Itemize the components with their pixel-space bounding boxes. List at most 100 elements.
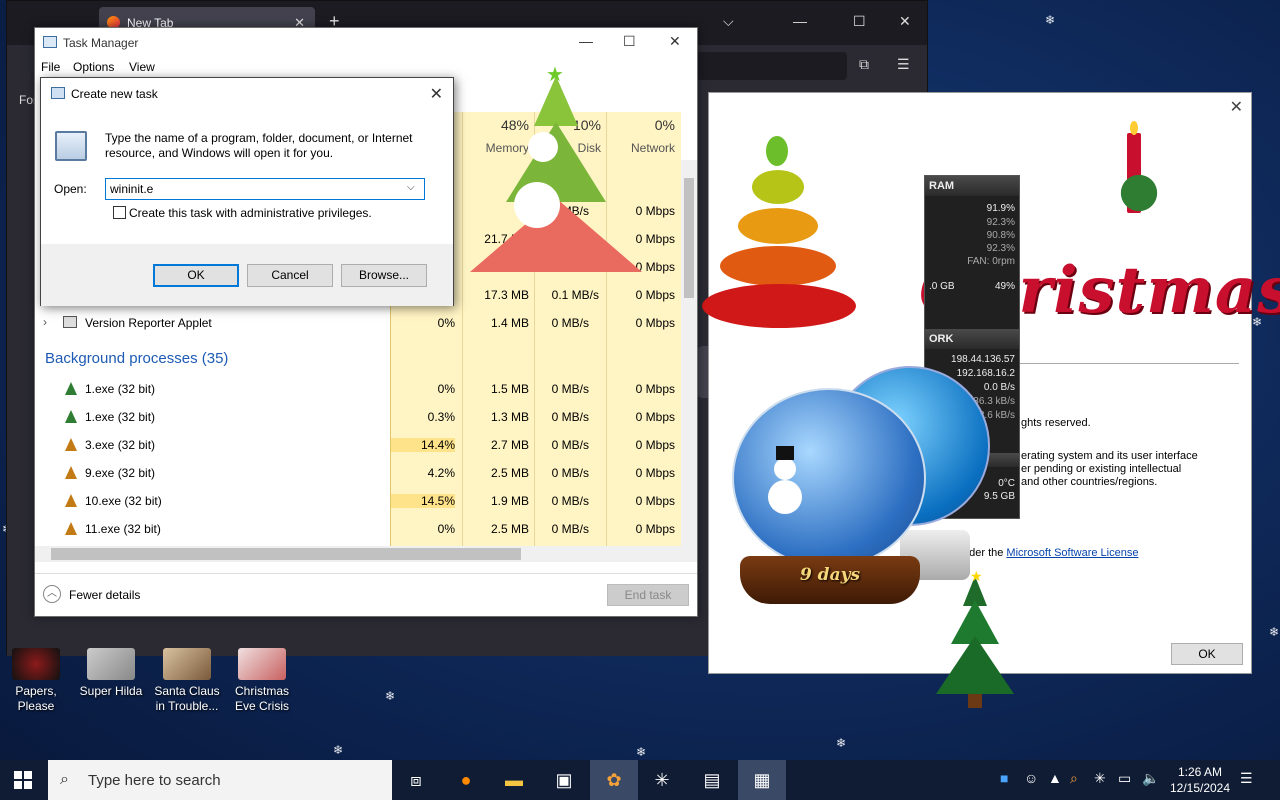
table-row[interactable]: › Version Reporter Applet 0% 1.4 MB 0 MB… (35, 309, 687, 337)
temp-value: 0°C (998, 478, 1015, 489)
task-view-icon[interactable]: ⧈ (392, 760, 440, 800)
network-cell: 0 Mbps (635, 382, 675, 396)
sparkle-tray-icon[interactable]: ✳ (1094, 770, 1106, 787)
snowflake: ❄ (836, 736, 847, 750)
process-name: 11.exe (32 bit) (85, 522, 161, 536)
table-row[interactable]: 11.exe (32 bit) 0% 2.5 MB 0 MB/s 0 Mbps (35, 515, 687, 543)
desktop-icon-super-hilda[interactable]: Super Hilda (75, 648, 147, 699)
table-row[interactable]: 9.exe (32 bit) 4.2% 2.5 MB 0 MB/s 0 Mbps (35, 459, 687, 487)
admin-privileges-label[interactable]: Create this task with administrative pri… (129, 206, 372, 220)
vertical-scroll-thumb[interactable] (684, 178, 694, 298)
table-row[interactable]: 1.exe (32 bit) 0.3% 1.3 MB 0 MB/s 0 Mbps (35, 403, 687, 431)
snowflake: ❄ (385, 689, 396, 703)
game-icon (238, 648, 286, 680)
divider (1009, 363, 1239, 364)
desktop-icon-papers-please[interactable]: Papers, Please (0, 648, 72, 714)
close-icon[interactable]: ✕ (430, 84, 443, 104)
snowman-hat (776, 446, 794, 460)
active-app-icon[interactable]: ✿ (590, 760, 638, 800)
candy-tree-decoration: ★ (470, 62, 642, 276)
windows-start-icon[interactable] (14, 771, 32, 789)
task-manager-taskbar-icon[interactable]: ▦ (738, 760, 786, 800)
horizontal-scroll-thumb[interactable] (51, 548, 521, 560)
sparkle-app-icon[interactable]: ✳ (638, 760, 686, 800)
background-processes-heading: Background processes (35) (45, 350, 229, 367)
taskbar-clock[interactable]: 1:26 AM 12/15/2024 (1168, 764, 1232, 796)
network-icon[interactable]: ▭ (1118, 770, 1131, 787)
chevron-down-icon[interactable]: ⌵ (407, 182, 415, 193)
window-title: Task Manager (63, 36, 139, 50)
menu-file[interactable]: File (41, 60, 60, 74)
snowman-head (774, 458, 796, 480)
tray-icon[interactable]: ■ (1000, 770, 1008, 786)
table-row[interactable]: 3.exe (32 bit) 14.4% 2.7 MB 0 MB/s 0 Mbp… (35, 431, 687, 459)
process-name: 9.exe (32 bit) (85, 466, 156, 480)
minimize-icon[interactable]: — (793, 13, 807, 29)
address-bar[interactable] (697, 52, 847, 80)
list-tabs-icon[interactable]: ⌵ (723, 13, 734, 30)
cpu-cell: 14.5% (391, 494, 455, 508)
ram-percent: 49% (994, 281, 1015, 292)
table-row[interactable]: 1.exe (32 bit) 0% 1.5 MB 0 MB/s 0 Mbps (35, 375, 687, 403)
minimize-icon[interactable]: — (579, 33, 593, 49)
cpu-cell: 0.3% (427, 410, 455, 424)
end-task-button[interactable]: End task (607, 584, 689, 606)
cancel-button[interactable]: Cancel (247, 264, 333, 287)
open-label: Open: (54, 182, 87, 196)
admin-privileges-checkbox[interactable] (113, 206, 126, 219)
process-name: 10.exe (32 bit) (85, 494, 162, 508)
memory-cell: 17.3 MB (484, 288, 529, 302)
notification-icon[interactable]: ☰ (1240, 770, 1253, 787)
app-icon[interactable]: ▤ (688, 760, 736, 800)
process-name: 1.exe (32 bit) (85, 410, 156, 424)
app-icon[interactable]: ▣ (540, 760, 588, 800)
close-icon[interactable]: ✕ (899, 13, 911, 30)
firefox-icon[interactable]: ● (442, 760, 490, 800)
desktop-icon-label: Christmas Eve Crisis (234, 684, 289, 713)
extensions-icon[interactable]: ⧉ (859, 56, 869, 73)
maximize-icon[interactable]: ☐ (623, 33, 636, 50)
about-ok-button[interactable]: OK (1171, 643, 1243, 665)
people-icon[interactable]: ☺ (1024, 770, 1038, 786)
cpu-cell: 4.2% (427, 466, 455, 480)
snowflake: ❄ (1269, 625, 1280, 639)
fewer-details-link[interactable]: Fewer details (69, 588, 140, 602)
expand-chevron-icon[interactable]: › (43, 315, 47, 329)
tree-process-icon (65, 522, 77, 535)
ok-button[interactable]: OK (153, 264, 239, 287)
close-icon[interactable]: ✕ (669, 33, 681, 50)
disk-cell: 0.1 MB/s (551, 288, 599, 302)
memory-cell: 2.7 MB (490, 438, 529, 452)
menu-icon[interactable]: ☰ (897, 56, 910, 73)
license-link[interactable]: Microsoft Software License (1006, 547, 1138, 559)
tree-process-icon (65, 410, 77, 423)
ram-value: 90.8% (986, 230, 1015, 241)
browse-button[interactable]: Browse... (341, 264, 427, 287)
tray-icon[interactable]: ▲ (1048, 770, 1062, 786)
desktop-icon-christmas-eve-crisis[interactable]: Christmas Eve Crisis (226, 648, 298, 714)
close-icon[interactable]: ✕ (1230, 97, 1243, 117)
dialog-description: Type the name of a program, folder, docu… (105, 131, 413, 160)
process-name: Version Reporter Applet (85, 316, 212, 330)
cpu-cell: 14.4% (391, 438, 455, 452)
memory-cell: 2.5 MB (490, 522, 529, 536)
table-row[interactable]: 10.exe (32 bit) 14.5% 1.9 MB 0 MB/s 0 Mb… (35, 487, 687, 515)
chevron-up-icon[interactable]: ︿ (43, 585, 61, 603)
taskbar-search-box[interactable]: ⌕ Type here to search (48, 760, 392, 800)
volume-muted-icon[interactable]: 🔈 (1142, 770, 1159, 787)
maximize-icon[interactable]: ☐ (853, 13, 866, 30)
create-new-task-dialog: Create new task ✕ Type the name of a pro… (40, 77, 454, 306)
run-program-icon (55, 131, 87, 161)
tree-process-icon (65, 494, 77, 507)
network-header: ORK (925, 329, 1019, 349)
taskbar: ⌕ Type here to search ⧈ ● ▬ ▣ ✿ ✳ ▤ ▦ ■ … (0, 760, 1280, 800)
menu-options[interactable]: Options (73, 60, 114, 74)
menu-view[interactable]: View (129, 60, 155, 74)
desktop-icon-santa-claus[interactable]: Santa Claus in Trouble... (151, 648, 223, 714)
ram-value: 92.3% (986, 243, 1015, 254)
open-input[interactable] (105, 178, 425, 200)
network-cell: 0 Mbps (635, 494, 675, 508)
search-tray-icon[interactable]: ⌕ (1070, 770, 1078, 787)
file-explorer-icon[interactable]: ▬ (490, 760, 538, 800)
holly-decoration (1099, 173, 1179, 213)
